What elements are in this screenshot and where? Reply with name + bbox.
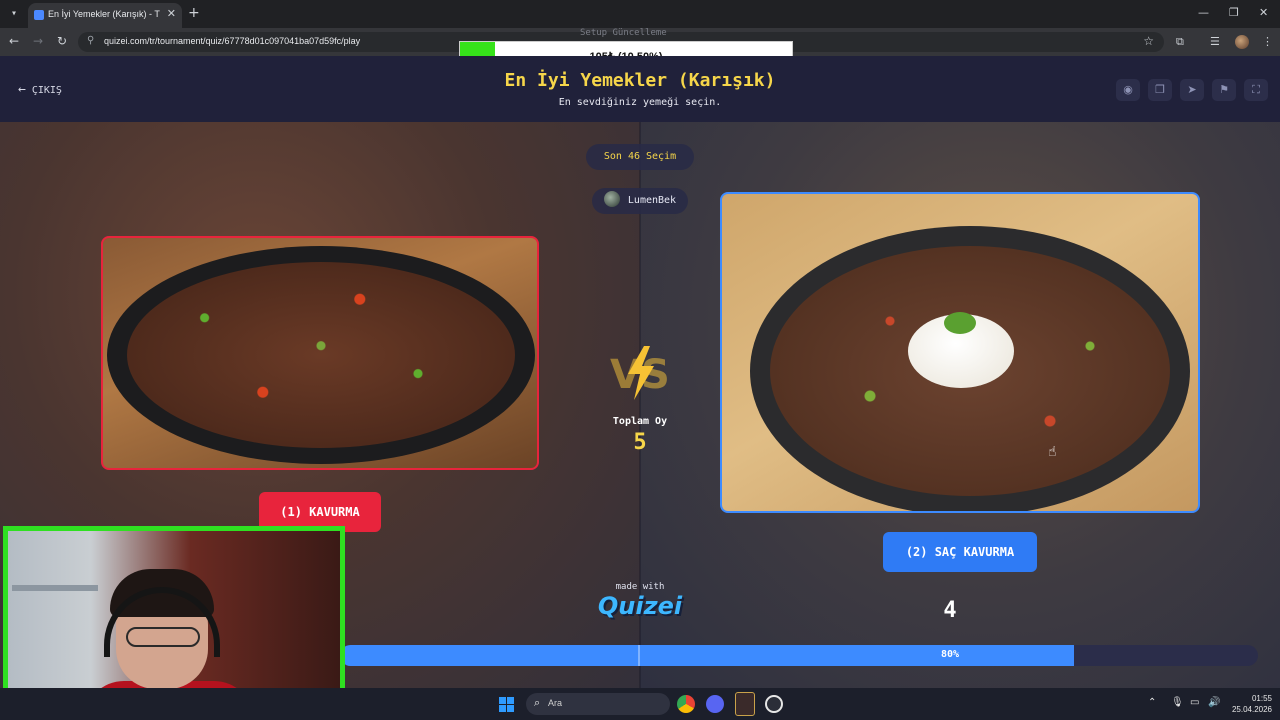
clock-time: 01:55 [1251, 694, 1272, 703]
clock-date: 25.04.2026 [1231, 705, 1272, 714]
microphone-icon[interactable]: 🎙 [1171, 697, 1184, 708]
overlay-label: Setup Güncelleme [580, 28, 667, 38]
exit-label: ÇIKIŞ [31, 85, 62, 96]
chrome-icon[interactable] [677, 695, 695, 713]
search-icon: ⌕ [534, 696, 541, 709]
bookmark-star-icon[interactable]: ☆ [1143, 34, 1154, 48]
total-votes-value: 5 [633, 430, 647, 455]
browser-tab-bar: ▾ En İyi Yemekler (Karışık) - Tier L ✕ +… [0, 0, 1280, 28]
profile-avatar[interactable] [1235, 35, 1249, 49]
taskbar-search-placeholder: Ara [548, 698, 563, 708]
game-launcher-icon[interactable] [735, 692, 755, 716]
result-progress-bar: 80% [340, 645, 1258, 666]
herb-shape [944, 312, 976, 334]
discord-icon[interactable] [706, 695, 724, 713]
quiz-subtitle: En sevdiğiniz yemeği seçin. [558, 97, 722, 108]
site-info-icon[interactable]: ⚲ [87, 35, 94, 46]
user-avatar [603, 190, 620, 207]
close-window-icon[interactable]: ✕ [1259, 6, 1268, 19]
tray-chevron-icon[interactable]: ⌃ [1148, 697, 1156, 708]
copy-icon[interactable]: ❐ [1148, 79, 1172, 101]
back-icon[interactable]: ← [9, 34, 19, 48]
fullscreen-icon[interactable]: ⛶ [1244, 79, 1268, 101]
hand-cursor-icon: ☝ [1048, 444, 1057, 460]
menu-kebab-icon[interactable]: ⋮ [1262, 35, 1273, 48]
maximize-icon[interactable]: ❐ [1229, 6, 1239, 19]
extensions-icon[interactable]: ⧉ [1176, 35, 1184, 49]
windows-start-icon[interactable] [499, 697, 514, 712]
eye-icon[interactable]: ◉ [1116, 79, 1140, 101]
tab-search-icon[interactable]: ▾ [6, 6, 22, 22]
obs-icon[interactable] [765, 695, 783, 713]
progress-midline [638, 645, 640, 666]
glasses-icon [126, 627, 200, 647]
right-choice-button[interactable]: (2) SAÇ KAVURMA [883, 532, 1037, 572]
user-badge: LumenBek [592, 188, 688, 214]
made-with-text: made with [615, 582, 665, 592]
close-tab-icon[interactable]: ✕ [167, 7, 176, 20]
exit-button[interactable]: ← ÇIKIŞ [18, 82, 62, 97]
result-percent-label: 80% [940, 649, 960, 660]
food-shape [127, 262, 515, 448]
round-badge: Son 46 Seçim [586, 144, 694, 170]
versus-icon: VS [610, 346, 670, 400]
shelf-shape [12, 585, 98, 591]
arrow-left-icon: ← [18, 82, 26, 97]
left-choice-image[interactable] [101, 236, 539, 470]
flag-icon[interactable]: ⚑ [1212, 79, 1236, 101]
browser-tab[interactable]: En İyi Yemekler (Karışık) - Tier L ✕ [28, 3, 182, 28]
right-choice-image[interactable] [720, 192, 1200, 513]
url-text[interactable]: quizei.com/tr/tournament/quiz/67778d01c0… [104, 36, 360, 46]
media-icon[interactable]: ☰ [1210, 35, 1220, 48]
quiz-title: En İyi Yemekler (Karışık) [504, 70, 776, 91]
reload-icon[interactable]: ↻ [57, 34, 67, 48]
new-tab-icon[interactable]: + [188, 5, 200, 21]
taskbar-search[interactable]: ⌕ Ara [526, 693, 670, 715]
volume-icon[interactable]: 🔊 [1208, 697, 1220, 708]
quizei-logo[interactable]: Quizei [590, 592, 690, 620]
minimize-icon[interactable]: — [1198, 6, 1209, 19]
taskbar-clock[interactable]: 01:55 25.04.2026 [1226, 693, 1272, 715]
username: LumenBek [627, 195, 677, 206]
forward-icon[interactable]: → [33, 34, 43, 48]
quizei-favicon-icon [34, 10, 44, 20]
send-icon[interactable]: ➤ [1180, 79, 1204, 101]
total-votes-label: Toplam Oy [612, 416, 668, 427]
network-icon[interactable]: ▭ [1190, 697, 1199, 708]
right-vote-count: 4 [943, 598, 957, 623]
tab-title: En İyi Yemekler (Karışık) - Tier L [48, 9, 160, 19]
